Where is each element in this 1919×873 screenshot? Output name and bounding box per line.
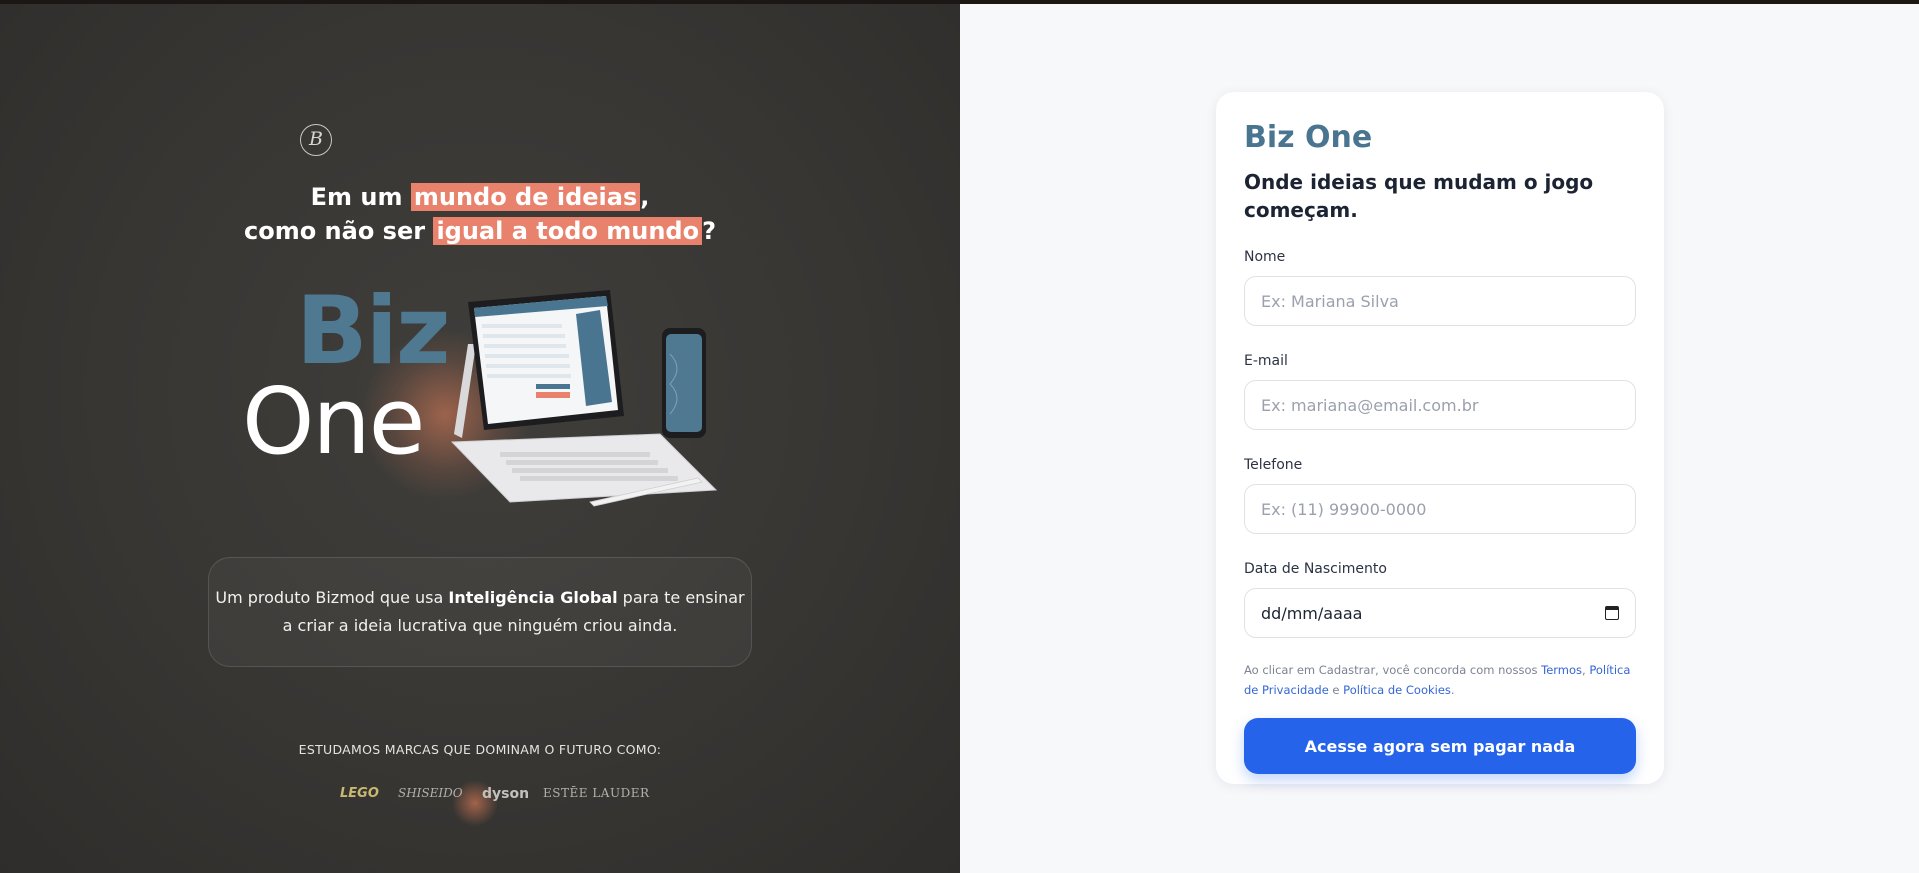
signup-form: Biz One Onde ideias que mudam o jogo com… [1216,92,1664,784]
cookie-policy-link[interactable]: Política de Cookies [1343,683,1451,697]
birth-date-label: Data de Nascimento [1244,561,1387,577]
name-input[interactable] [1244,276,1636,326]
headline-line2-end: ? [702,217,717,245]
terms-end: . [1450,683,1455,697]
terms-separator: e [1328,683,1344,697]
hero-headline: Em um mundo de ideias, como não ser igua… [180,180,780,248]
top-bar [0,0,1919,4]
info-text-start: Um produto Bizmod que usa [215,588,449,607]
brand-logos: LEGO SHISEIDO dyson ESTĒE LAUDER [340,778,649,828]
headline-highlight-2: igual a todo mundo [433,217,703,245]
form-tagline: Onde ideias que mudam o jogo começam. [1244,170,1594,222]
birth-date-value: dd/mm/aaaa [1261,603,1363,623]
terms-notice: Ao clicar em Cadastrar, você concorda co… [1244,660,1636,700]
email-label: E-mail [1244,353,1288,369]
dyson-logo: dyson [482,786,530,802]
devices-illustration [450,290,718,507]
headline-line1-text: Em um [310,183,411,211]
estee-lauder-logo: ESTĒE LAUDER [543,786,650,800]
submit-button[interactable]: Acesse agora sem pagar nada [1244,718,1636,774]
headline-line2-text: como não ser [243,217,434,245]
shiseido-logo: SHISEIDO [398,786,463,800]
form-brand-title: Biz One [1244,120,1373,155]
phone-label: Telefone [1244,457,1303,473]
signup-panel: Biz One Onde ideias que mudam o jogo com… [960,0,1919,873]
terms-text: Ao clicar em Cadastrar, você concorda co… [1244,663,1542,677]
headline-highlight-1: mundo de ideias [410,183,641,211]
birth-date-input[interactable]: dd/mm/aaaa [1244,588,1636,638]
brands-title: ESTUDAMOS MARCAS QUE DOMINAM O FUTURO CO… [298,742,662,757]
terms-link[interactable]: Termos [1541,663,1582,677]
calendar-icon[interactable] [1605,606,1619,620]
brand-word-one: One [242,368,425,475]
hero-panel: B Em um mundo de ideias, como não ser ig… [0,0,960,873]
info-text-bold: Inteligência Global [448,588,618,607]
name-label: Nome [1244,249,1286,265]
email-input[interactable] [1244,380,1636,430]
phone-input[interactable] [1244,484,1636,534]
bizmod-logo-icon: B [300,124,332,156]
product-info-card: Um produto Bizmod que usa Inteligência G… [208,557,752,667]
headline-line1-end: , [640,183,650,211]
brand-word-biz: Biz [296,277,451,386]
lego-logo: LEGO [340,786,379,801]
